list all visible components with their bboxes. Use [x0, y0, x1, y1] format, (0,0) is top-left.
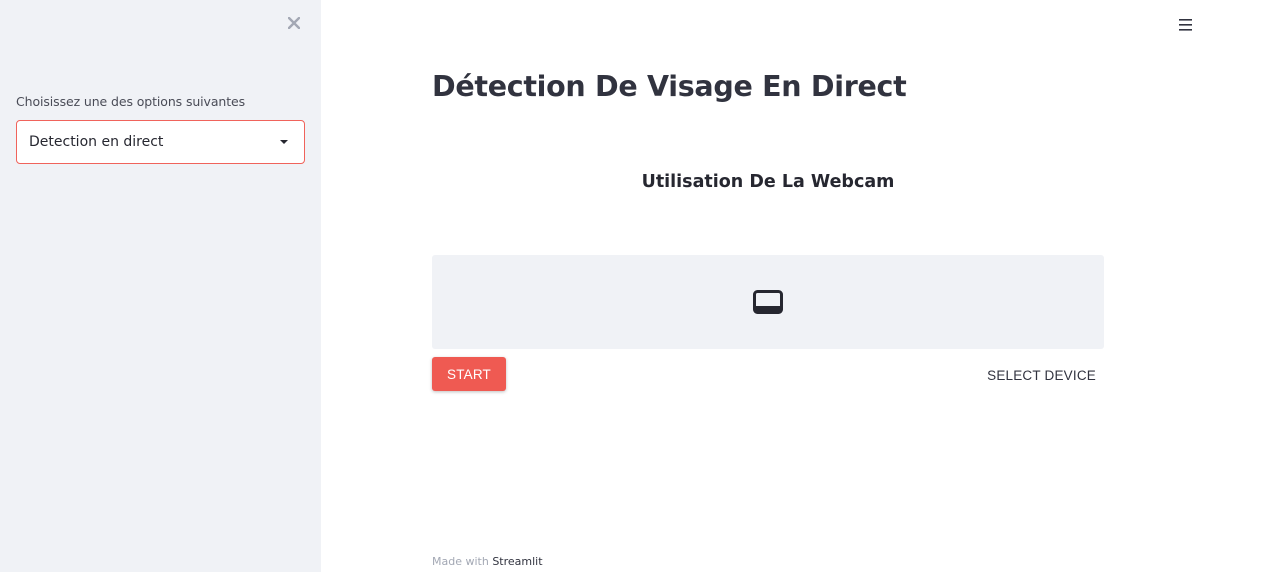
select-value: Detection en direct — [29, 134, 164, 150]
close-sidebar-button[interactable] — [283, 12, 305, 34]
streamlit-link[interactable]: Streamlit — [492, 555, 542, 568]
select-device-button[interactable]: SELECT DEVICE — [980, 362, 1104, 388]
hamburger-menu-icon — [1179, 19, 1192, 31]
option-select[interactable]: Detection en direct — [16, 120, 305, 164]
video-preview — [432, 255, 1104, 349]
close-icon — [288, 17, 300, 29]
footer-prefix: Made with — [432, 555, 489, 568]
section-subtitle: Utilisation De La Webcam — [641, 172, 895, 192]
footer: Made with Streamlit — [432, 555, 543, 568]
start-button[interactable]: START — [432, 357, 506, 391]
main-menu-button[interactable] — [1178, 17, 1194, 31]
chevron-down-icon — [280, 140, 288, 144]
sidebar: Choisissez une des options suivantes Det… — [0, 0, 321, 572]
video-placeholder-icon — [753, 290, 783, 314]
page-title: Détection De Visage En Direct — [432, 70, 907, 103]
select-label: Choisissez une des options suivantes — [16, 94, 246, 109]
